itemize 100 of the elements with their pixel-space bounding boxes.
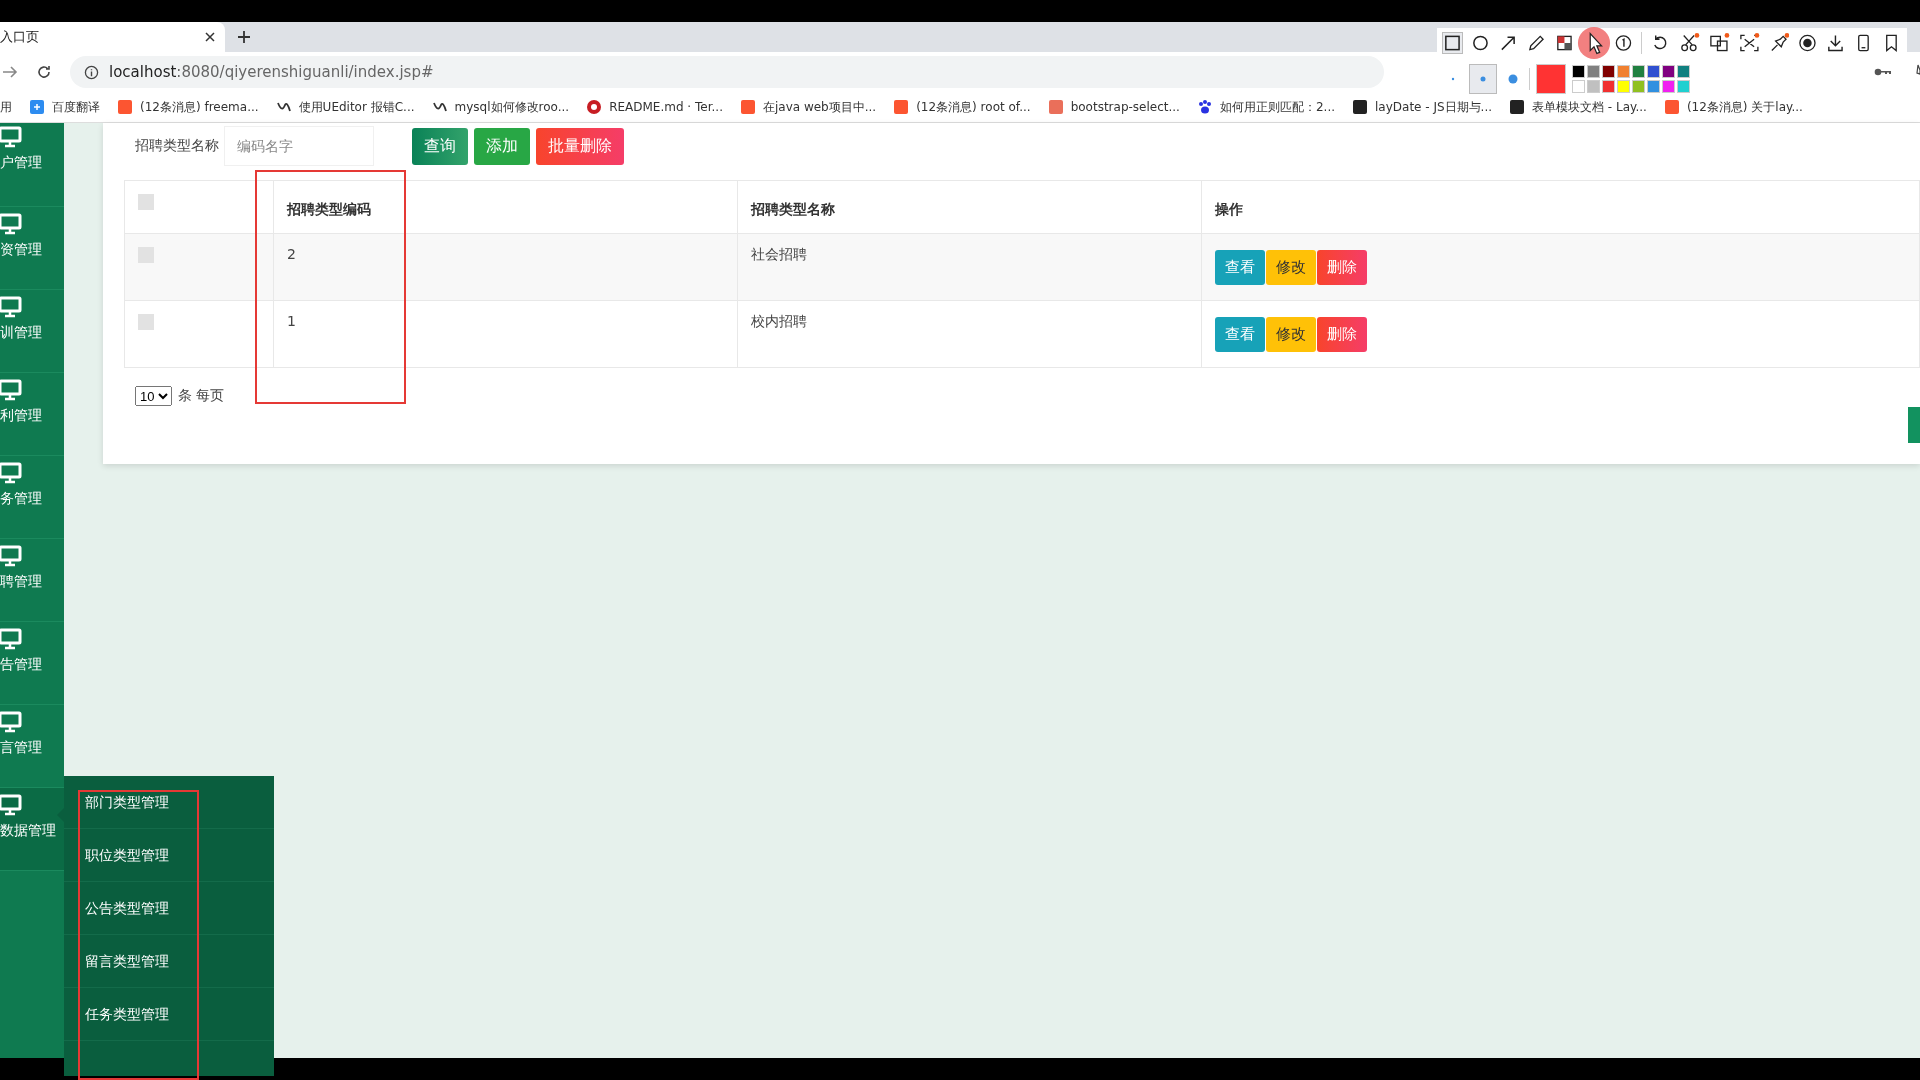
table-cell: 2 — [273, 233, 738, 301]
per-page-label: 条 每页 — [178, 387, 225, 405]
sidebar-item[interactable]: 告管理 — [0, 622, 64, 705]
monitor-icon — [0, 794, 22, 816]
edit-button[interactable]: 修改 — [1266, 316, 1316, 352]
bookmark[interactable]: layDate - JS日期与... — [1352, 98, 1493, 116]
color-swatch[interactable] — [1602, 80, 1615, 93]
bookmark[interactable]: 在java web项目中... — [739, 98, 877, 116]
monitor-icon — [0, 126, 22, 148]
monitor-icon — [0, 462, 22, 484]
url-text: localhost:8080/qiyerenshiguanli/index.jsp# — [109, 63, 434, 81]
color-swatch[interactable] — [1617, 80, 1630, 93]
edit-button[interactable]: 修改 — [1266, 249, 1316, 285]
sidebar-item[interactable]: 数据管理 — [0, 788, 64, 871]
bookmark[interactable]: (12条消息) root of... — [893, 98, 1031, 116]
table-cell: 社会招聘 — [737, 233, 1202, 301]
table-cell: 1 — [273, 300, 738, 368]
bookmark-icon — [739, 99, 756, 115]
scan-icon[interactable] — [1738, 32, 1760, 54]
bookmark-icon — [29, 99, 45, 115]
color-swatch[interactable] — [1632, 80, 1645, 93]
current-color-swatch[interactable] — [1536, 64, 1566, 94]
color-swatch[interactable] — [1572, 65, 1585, 78]
mosaic-icon[interactable] — [1554, 33, 1574, 53]
bookmark-icon — [1509, 99, 1526, 115]
checkbox[interactable] — [138, 314, 154, 330]
column-header: 招聘类型编码 — [273, 180, 738, 234]
submenu-item[interactable]: 任务类型管理 — [64, 988, 274, 1041]
bookmark[interactable]: 使用UEditor 报错C... — [275, 98, 415, 116]
submenu-item[interactable]: 公告类型管理 — [64, 882, 274, 935]
info-icon[interactable] — [84, 64, 99, 80]
sidebar-item[interactable]: 聘管理 — [0, 539, 64, 622]
color-swatch[interactable] — [1587, 65, 1600, 78]
bookmark[interactable]: README.md · Ter... — [586, 99, 723, 115]
cursor-icon[interactable] — [1576, 25, 1611, 61]
column-header: 招聘类型名称 — [737, 180, 1202, 234]
monitor-icon — [0, 213, 22, 235]
bookmark-icon — [893, 99, 910, 115]
close-icon[interactable] — [205, 32, 215, 42]
submenu-item[interactable]: 留言类型管理 — [64, 935, 274, 988]
search-label: 招聘类型名称 — [135, 137, 219, 155]
delete-button[interactable]: 删除 — [1317, 316, 1367, 352]
sidebar-item[interactable]: 资管理 — [0, 207, 64, 290]
monitor-icon — [0, 711, 22, 733]
color-swatch[interactable] — [1632, 65, 1645, 78]
checkbox[interactable] — [138, 194, 154, 210]
rectangle-icon[interactable] — [1443, 33, 1462, 53]
bookmark-icon — [117, 99, 133, 115]
color-swatch[interactable] — [1677, 80, 1690, 93]
submenu-item[interactable]: 部门类型管理 — [64, 776, 274, 829]
monitor-icon — [0, 628, 22, 650]
scissors-icon[interactable] — [1679, 32, 1701, 54]
color-swatch[interactable] — [1647, 80, 1660, 93]
new-tab-icon[interactable] — [237, 30, 251, 44]
circle-icon[interactable] — [1470, 33, 1490, 53]
color-swatch[interactable] — [1662, 80, 1675, 93]
paw-icon — [1196, 99, 1213, 115]
color-swatch[interactable] — [1662, 65, 1675, 78]
monitor-icon — [0, 379, 22, 401]
numbered-marker-icon[interactable] — [1613, 33, 1633, 53]
color-swatch[interactable] — [1677, 65, 1690, 78]
bookmark[interactable]: 表单模块文档 - Lay... — [1509, 98, 1647, 116]
sidebar-item[interactable]: 训管理 — [0, 290, 64, 373]
bookmark[interactable]: (12条消息) freema... — [117, 98, 259, 116]
column-header: 操作 — [1201, 180, 1920, 234]
sidebar-item[interactable]: 利管理 — [0, 373, 64, 456]
bookmark-icon — [586, 99, 603, 115]
translate-icon[interactable] — [1709, 32, 1730, 54]
record-icon[interactable] — [1798, 33, 1818, 53]
bookmark[interactable]: 如何用正则匹配：2... — [1196, 98, 1335, 116]
page-size-select[interactable]: 10 — [135, 386, 172, 406]
download-icon[interactable] — [1826, 33, 1846, 53]
monitor-icon — [0, 545, 22, 567]
bookmark-icon — [1663, 99, 1680, 115]
color-swatch[interactable] — [1572, 80, 1585, 93]
key-icon[interactable] — [1874, 66, 1892, 78]
bookmark[interactable]: mysql如何修改roo... — [431, 98, 570, 116]
browser-tab[interactable]: 入口页 — [0, 22, 225, 52]
bookmark[interactable]: bootstrap-select... — [1047, 99, 1180, 115]
submenu-item[interactable]: 职位类型管理 — [64, 829, 274, 882]
bookmark[interactable]: 百度翻译 — [29, 98, 100, 116]
color-swatch[interactable] — [1587, 80, 1600, 93]
color-swatch[interactable] — [1602, 65, 1615, 78]
sidebar-item[interactable]: 户管理 — [0, 123, 64, 207]
color-swatch[interactable] — [1617, 65, 1630, 78]
bookmark[interactable]: (12条消息) 关于lay... — [1663, 98, 1803, 116]
bookmark-icon — [1047, 99, 1064, 115]
query-button[interactable]: 查询 — [412, 127, 468, 165]
delete-button[interactable]: 批量删除 — [536, 127, 624, 165]
delete-button[interactable]: 删除 — [1317, 249, 1367, 285]
sidebar-item[interactable]: 务管理 — [0, 456, 64, 539]
color-swatch[interactable] — [1647, 65, 1660, 78]
address-bar[interactable]: localhost:8080/qiyerenshiguanli/index.jsp# — [70, 56, 1384, 88]
bookmark[interactable]: 用 — [0, 98, 12, 116]
forward-icon[interactable] — [2, 64, 18, 80]
pencil-icon[interactable] — [1526, 33, 1546, 53]
table-cell: 校内招聘 — [737, 300, 1202, 368]
search-field[interactable]: 编码名字 — [224, 126, 374, 166]
reload-icon[interactable] — [36, 64, 52, 80]
monitor-icon — [0, 296, 22, 318]
